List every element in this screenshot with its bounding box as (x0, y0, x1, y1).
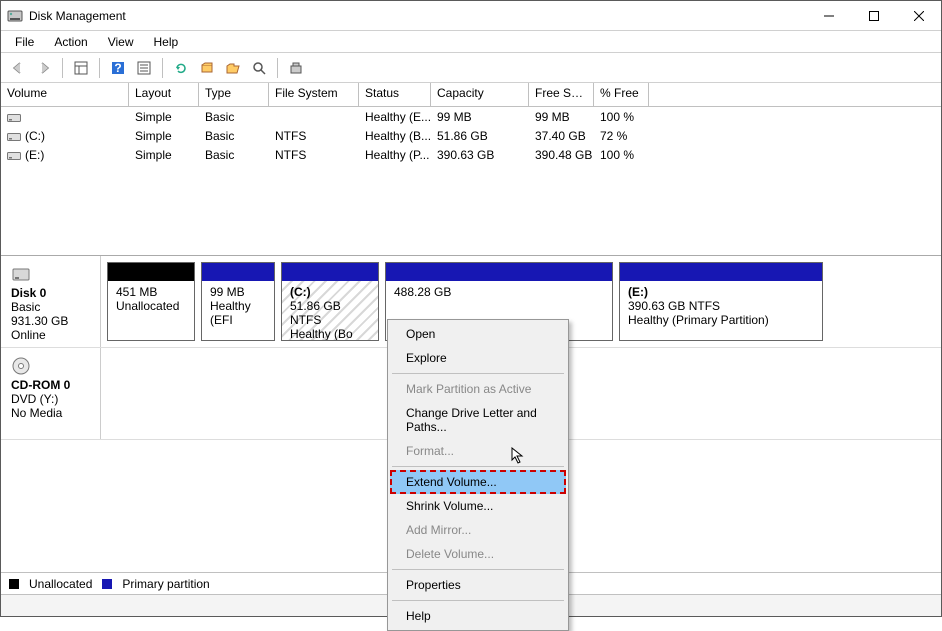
cm-mark-active: Mark Partition as Active (390, 377, 566, 401)
menu-action[interactable]: Action (44, 33, 97, 51)
rescan-icon[interactable] (196, 57, 218, 79)
partition[interactable]: (C:)51.86 GB NTFSHealthy (Bo (281, 262, 379, 341)
maximize-button[interactable] (851, 1, 896, 30)
col-filesystem[interactable]: File System (269, 83, 359, 106)
minimize-button[interactable] (806, 1, 851, 30)
disk-management-window: Disk Management File Action View Help ? … (0, 0, 942, 617)
drive-icon (7, 131, 21, 141)
app-icon (7, 8, 23, 24)
close-button[interactable] (896, 1, 941, 30)
cursor-icon (511, 447, 525, 465)
volume-list: SimpleBasicHealthy (E...99 MB99 MB100 %(… (1, 107, 941, 255)
back-icon[interactable] (7, 57, 29, 79)
drive-icon (7, 150, 21, 160)
col-volume[interactable]: Volume (1, 83, 129, 106)
col-freespace[interactable]: Free Spa... (529, 83, 594, 106)
titlebar[interactable]: Disk Management (1, 1, 941, 31)
toolbar: ? (1, 53, 941, 83)
col-type[interactable]: Type (199, 83, 269, 106)
volume-row[interactable]: SimpleBasicHealthy (E...99 MB99 MB100 % (1, 107, 941, 126)
cm-shrink-volume[interactable]: Shrink Volume... (390, 494, 566, 518)
svg-text:?: ? (114, 61, 121, 75)
help-icon[interactable]: ? (107, 57, 129, 79)
volume-row[interactable]: (C:)SimpleBasicNTFSHealthy (B...51.86 GB… (1, 126, 941, 145)
menu-help[interactable]: Help (144, 33, 189, 51)
settings-icon[interactable] (285, 57, 307, 79)
cm-change-letter[interactable]: Change Drive Letter and Paths... (390, 401, 566, 439)
cm-add-mirror: Add Mirror... (390, 518, 566, 542)
disk-label[interactable]: Disk 0Basic931.30 GBOnline (1, 256, 101, 347)
cm-delete-volume: Delete Volume... (390, 542, 566, 566)
show-tree-icon[interactable] (70, 57, 92, 79)
open-icon[interactable] (222, 57, 244, 79)
cm-help[interactable]: Help (390, 604, 566, 628)
volume-list-header: Volume Layout Type File System Status Ca… (1, 83, 941, 107)
search-icon[interactable] (248, 57, 270, 79)
partition[interactable]: 451 MBUnallocated (107, 262, 195, 341)
cm-format: Format... (390, 439, 566, 463)
refresh-icon[interactable] (170, 57, 192, 79)
context-menu: Open Explore Mark Partition as Active Ch… (387, 319, 569, 631)
cm-explore[interactable]: Explore (390, 346, 566, 370)
window-title: Disk Management (29, 9, 806, 23)
partition[interactable]: (E:)390.63 GB NTFSHealthy (Primary Parti… (619, 262, 823, 341)
menubar: File Action View Help (1, 31, 941, 53)
col-status[interactable]: Status (359, 83, 431, 106)
col-capacity[interactable]: Capacity (431, 83, 529, 106)
legend-primary: Primary partition (122, 577, 209, 591)
cm-open[interactable]: Open (390, 322, 566, 346)
cm-extend-volume[interactable]: Extend Volume... (390, 470, 566, 494)
volume-row[interactable]: (E:)SimpleBasicNTFSHealthy (P...390.63 G… (1, 145, 941, 164)
cm-properties[interactable]: Properties (390, 573, 566, 597)
disk-label[interactable]: CD-ROM 0DVD (Y:)No Media (1, 348, 101, 439)
menu-view[interactable]: View (98, 33, 144, 51)
menu-file[interactable]: File (5, 33, 44, 51)
list-icon[interactable] (133, 57, 155, 79)
partition[interactable]: 99 MBHealthy (EFI (201, 262, 275, 341)
col-layout[interactable]: Layout (129, 83, 199, 106)
forward-icon[interactable] (33, 57, 55, 79)
legend-unallocated: Unallocated (29, 577, 92, 591)
drive-icon (7, 112, 21, 122)
col-pctfree[interactable]: % Free (594, 83, 649, 106)
